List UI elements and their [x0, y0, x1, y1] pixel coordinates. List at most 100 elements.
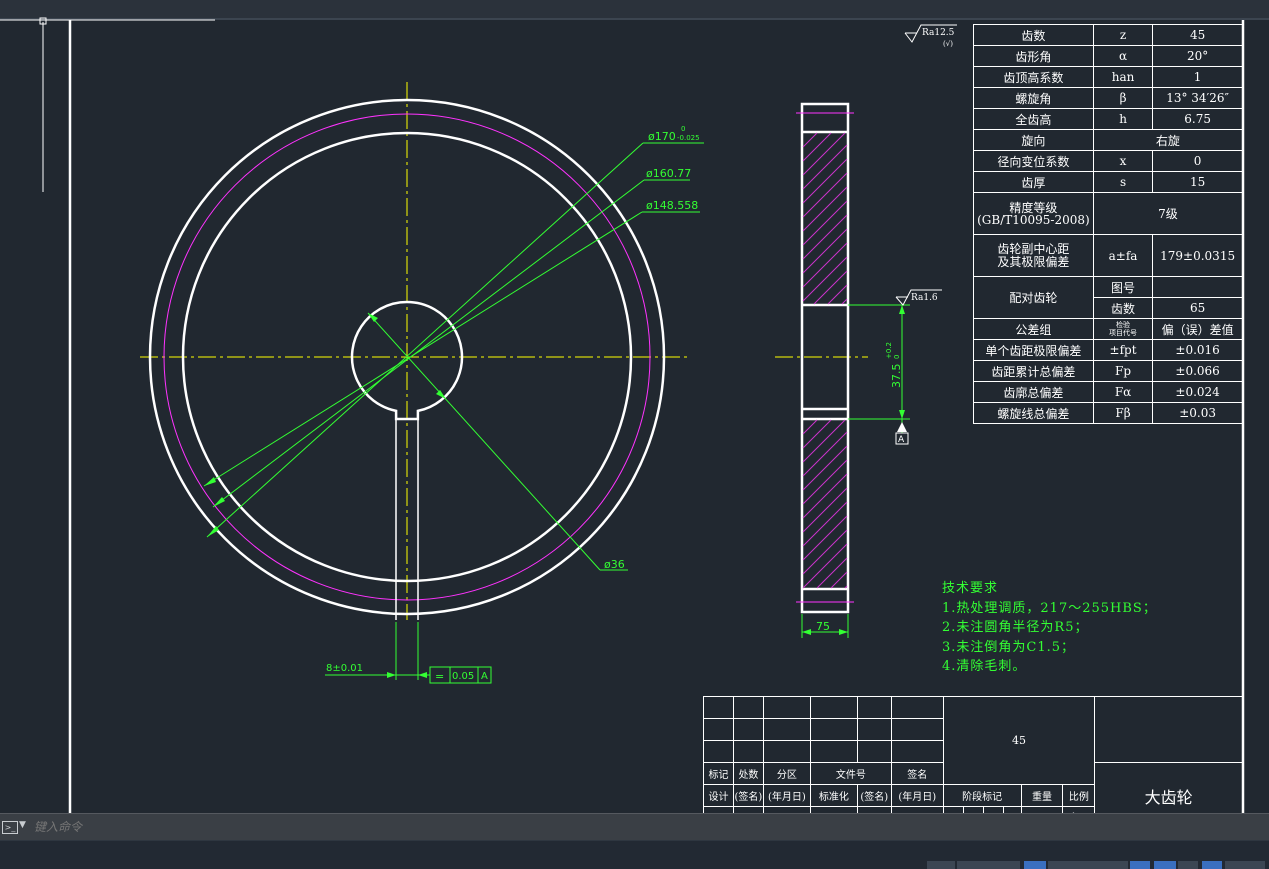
table-row: 旋向 右旋: [973, 129, 1244, 151]
status-bar: [0, 840, 1269, 869]
hatch-line: [841, 298, 848, 305]
tb-standard-date: (年月日): [890, 784, 944, 807]
table-row: 齿厚 s 15: [973, 171, 1243, 193]
hatch-line: [802, 186, 848, 232]
tb-design: 设计: [703, 784, 734, 807]
param-name: 径向变位系数: [973, 150, 1094, 172]
dim-d160: ø160.77: [646, 167, 691, 180]
chevron-down-icon[interactable]: ▼: [19, 820, 26, 830]
param-value: ±0.066: [1152, 360, 1243, 382]
param-name: 旋向: [973, 129, 1094, 151]
hatch-line: [802, 419, 832, 449]
company-cell: [1094, 696, 1243, 763]
table-row: 公差组 检验 项目代号 偏（误）差值: [973, 318, 1243, 340]
hatch-line: [802, 228, 848, 274]
param-symbol: a±fa: [1092, 234, 1154, 277]
hatch-line: [802, 459, 848, 505]
param-symbol: s: [1092, 171, 1154, 193]
tech-requirement-item: 1.热处理调质，217～255HBS；: [942, 601, 1157, 616]
table-row: 齿廓总偏差 Fα ±0.024: [973, 381, 1243, 403]
param-symbol: 图号: [1092, 276, 1154, 298]
tb-sign: 签名: [890, 762, 944, 785]
param-symbol: h: [1092, 108, 1154, 130]
hatch-bottom: [802, 419, 848, 589]
table-row: 配对齿轮 图号: [973, 276, 1243, 319]
dim-d170-tol-upper: 0: [681, 125, 685, 133]
dim-height: 37.5: [890, 364, 903, 389]
tolerance-sub-a: 检验: [1116, 321, 1131, 329]
param-name: 齿形角: [973, 45, 1094, 67]
gear-side-view: [796, 102, 854, 614]
table-row: 齿轮副中心距 及其极限偏差 a±fa 179±0.0315: [973, 234, 1243, 277]
tb-standard: 标准化: [809, 784, 858, 807]
center-name-1: 齿轮副中心距: [997, 241, 1070, 256]
hatch-line: [802, 158, 848, 204]
tb-count: 处数: [732, 762, 764, 785]
param-value: 20°: [1152, 45, 1243, 67]
datum-label: A: [898, 435, 905, 445]
param-name: 全齿高: [973, 108, 1094, 130]
tb-doc-no: 文件号: [809, 762, 892, 785]
table-row: 全齿高 h 6.75: [973, 108, 1243, 130]
param-name: 齿顶高系数: [973, 66, 1094, 88]
hatch-line: [802, 501, 848, 547]
hatch-line: [802, 242, 848, 288]
dim-height-tol-upper: +0.2: [885, 342, 893, 359]
tb-design-sign: (签名): [732, 784, 764, 807]
hatch-line: [802, 515, 848, 561]
param-symbol: z: [1092, 24, 1154, 46]
tech-requirements-title: 技术要求: [942, 581, 999, 596]
tech-requirement-item: 3.未注倒角为C1.5；: [942, 640, 1076, 655]
dim-height-tol-lower: 0: [893, 355, 901, 359]
material: 45: [942, 696, 1096, 785]
param-name: 齿数: [973, 24, 1094, 46]
param-symbol: 检验 项目代号: [1092, 318, 1154, 340]
param-symbol: α: [1092, 45, 1154, 67]
param-name: 配对齿轮: [973, 276, 1094, 319]
param-value: 7级: [1092, 192, 1244, 235]
param-value: 1: [1152, 66, 1243, 88]
hatch-line: [802, 487, 848, 533]
param-value: ±0.024: [1152, 381, 1243, 403]
param-name: 单个齿距极限偏差: [973, 339, 1094, 361]
dim-d36: ø36: [604, 558, 625, 571]
hatch-line: [802, 214, 848, 260]
param-symbol: Fβ: [1092, 402, 1154, 424]
table-row: 齿形角 α 20°: [973, 45, 1243, 67]
tb-design-date: (年月日): [762, 784, 811, 807]
param-name: 公差组: [973, 318, 1094, 340]
roughness-symbols: [895, 24, 957, 306]
hatch-line: [802, 473, 848, 519]
hatch-line: [813, 270, 848, 305]
dim-d170: ø170: [648, 130, 676, 143]
param-value: 45: [1152, 24, 1243, 46]
centerlines: [140, 82, 868, 620]
param-symbol: β: [1092, 87, 1154, 109]
table-row: 齿数 z 45: [973, 24, 1243, 46]
param-value: ±0.016: [1152, 339, 1243, 361]
datum-triangle: [897, 422, 907, 432]
table-row: 齿距累计总偏差 Fp ±0.066: [973, 360, 1243, 382]
param-value: 179±0.0315: [1152, 234, 1243, 277]
param-value: 15: [1152, 171, 1243, 193]
table-row: 螺旋角 β 13° 34′26″: [973, 87, 1243, 109]
roughness-bore: Ra1.6: [911, 293, 938, 303]
tech-requirement-item: 2.未注圆角半径为R5；: [942, 620, 1089, 635]
hatch-line: [844, 585, 848, 589]
dim-d170-tol-lower: -0.025: [677, 134, 700, 142]
dim-sym-value: 0.05: [452, 671, 474, 682]
param-symbol: Fα: [1092, 381, 1154, 403]
dim-width: 75: [816, 620, 830, 633]
hatch-line: [802, 144, 848, 190]
hatch-line: [802, 529, 848, 575]
command-prompt-icon[interactable]: >_: [2, 821, 18, 834]
param-name: 螺旋线总偏差: [973, 402, 1094, 424]
tb-mark: 标记: [703, 762, 734, 785]
command-input[interactable]: [34, 819, 674, 835]
table-row: 45: [703, 696, 1243, 785]
accuracy-name-2: (GB/T10095-2008): [977, 212, 1090, 227]
param-name: 齿轮副中心距 及其极限偏差: [973, 234, 1094, 277]
param-value: 6.75: [1152, 108, 1243, 130]
hatch-line: [802, 419, 818, 435]
param-name: 齿距累计总偏差: [973, 360, 1094, 382]
